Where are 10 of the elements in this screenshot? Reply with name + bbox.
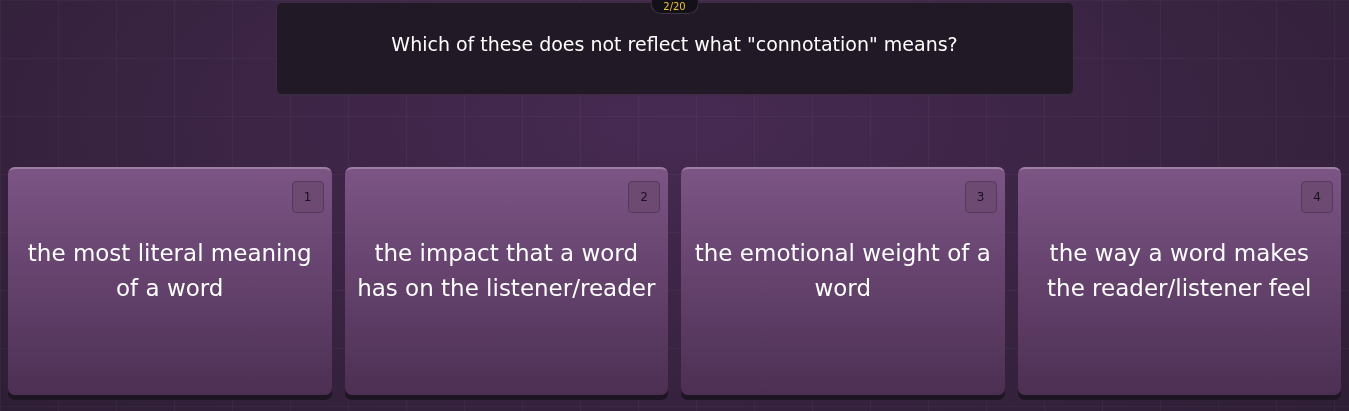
- option-text: the emotional weight of a word: [694, 240, 991, 301]
- option-number: 1: [291, 181, 324, 213]
- option-number: 2: [628, 181, 660, 213]
- option-number: 4: [1301, 181, 1333, 213]
- question-counter: 2/20: [650, 0, 699, 14]
- option-text: the most literal meaning of a word: [27, 240, 312, 301]
- question-text: Which of these does not reflect what "connotation" means?: [391, 33, 958, 55]
- option-text: the impact that a word has on the listener/reader: [357, 240, 656, 301]
- option-text: the way a word makes the reader/listener feel: [1047, 240, 1312, 301]
- option-number: 3: [964, 181, 997, 213]
